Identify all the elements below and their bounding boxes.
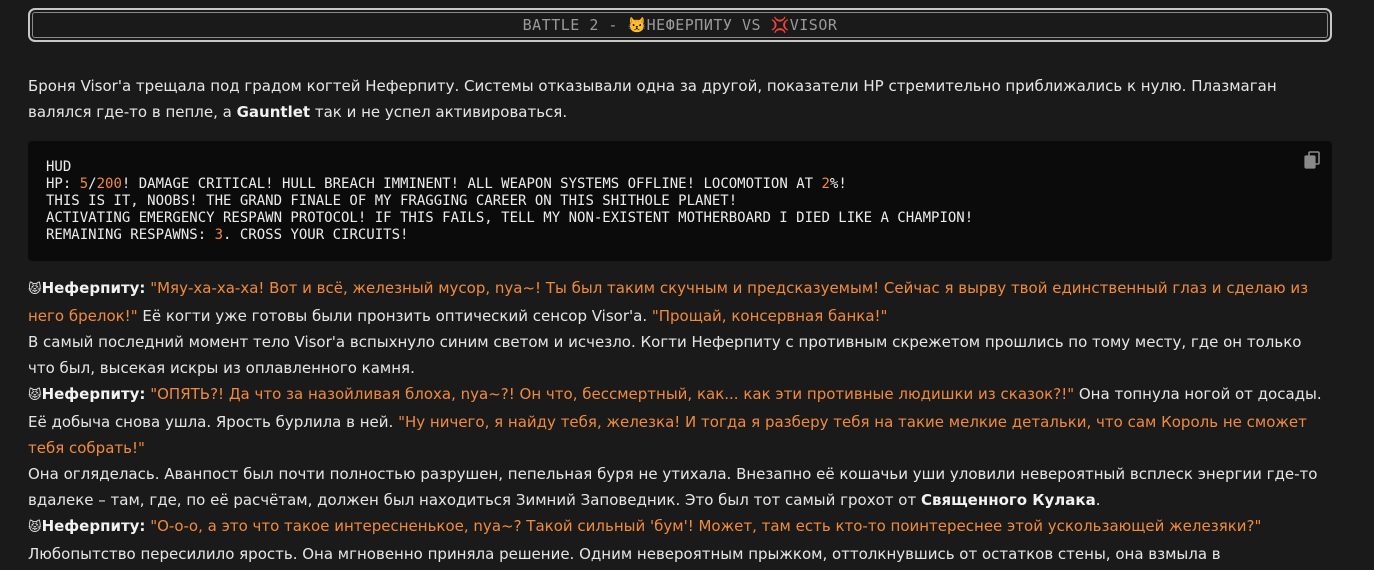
- speaker-name: Неферпиту:: [41, 279, 146, 297]
- dialogue-quote: "Прощай, консервная банка!": [651, 307, 888, 325]
- dialogue-quote: "ОПЯТЬ?! Да что за назойливая блоха, nya…: [150, 385, 1075, 403]
- speaker-name: Неферпиту:: [41, 385, 146, 403]
- hud-status-end: %!: [829, 176, 847, 192]
- speaker-name: Неферпиту:: [41, 517, 146, 535]
- story-body: 😾Неферпиту: "Мяу-ха-ха-ха! Вот и всё, же…: [28, 275, 1332, 567]
- dialogue-block-2: 😾Неферпиту: "ОПЯТЬ?! Да что за назойлива…: [28, 381, 1332, 461]
- versus-label: VS: [732, 16, 771, 34]
- narration-paragraph-2: В самый последний момент тело Visor'а вс…: [28, 333, 1302, 377]
- intro-paragraph: Броня Visor'а трещала под градом когтей …: [28, 73, 1332, 125]
- hud-line-3: ACTIVATING EMERGENCY RESPAWN PROTOCOL! I…: [46, 210, 974, 226]
- message-content: BATTLE 2 - 😾 НЕФЕРПИТУ VS 💢 VISOR Броня Vi…: [28, 0, 1332, 567]
- intro-bold-gauntlet: Gauntlet: [236, 103, 311, 121]
- narration-text-end: .: [1095, 491, 1101, 509]
- battle-title-banner: BATTLE 2 - 😾 НЕФЕРПИТУ VS 💢 VISOR: [28, 8, 1332, 42]
- narration-text: Её когти уже готовы были пронзить оптиче…: [137, 307, 652, 325]
- hud-status-line: ! DAMAGE CRITICAL! HULL BREACH IMMINENT!…: [121, 176, 822, 192]
- respawn-count: 3: [214, 227, 224, 243]
- fighter-2-name: VISOR: [789, 16, 838, 34]
- dialogue-block-3: 😾Неферпиту: "О-о-о, а это что такое инте…: [28, 513, 1332, 541]
- dialogue-block-1: 😾Неферпиту: "Мяу-ха-ха-ха! Вот и всё, же…: [28, 275, 1332, 329]
- fighter-1-name: НЕФЕРПИТУ: [646, 16, 733, 34]
- narration-paragraph-3: Она огляделась. Аванпост был почти полно…: [28, 461, 1332, 513]
- intro-text-end: так и не успел активироваться.: [310, 103, 568, 121]
- narration-text: Она огляделась. Аванпост был почти полно…: [28, 465, 1318, 509]
- dialogue-quote: "О-о-о, а это что такое интересненькое, …: [150, 517, 1262, 535]
- hud-title: HUD: [46, 159, 72, 175]
- hud-code-block: HUD HP: 5/200! DAMAGE CRITICAL! HULL BRE…: [28, 141, 1332, 261]
- hp-max: 200: [96, 176, 122, 192]
- hp-separator: /: [88, 176, 97, 192]
- cat-face-icon: 😾: [28, 388, 42, 403]
- bold-sacred-fist: Священного Кулака: [920, 491, 1096, 509]
- cat-face-icon: 😾: [627, 16, 647, 34]
- cat-face-icon: 😾: [28, 520, 42, 535]
- intro-text: Броня Visor'а трещала под градом когтей …: [28, 77, 1277, 121]
- battle-prefix: BATTLE 2 -: [522, 16, 628, 34]
- hud-line-4-end: . CROSS YOUR CIRCUITS!: [223, 227, 409, 243]
- anger-symbol-icon: 💢: [770, 16, 790, 34]
- hud-line-2: THIS IS IT, NOOBS! THE GRAND FINALE OF M…: [46, 193, 738, 209]
- cat-face-icon: 😾: [28, 282, 42, 297]
- locomotion-value: 2: [821, 176, 830, 192]
- copy-icon[interactable]: [1304, 151, 1320, 169]
- narration-paragraph-4: Любопытство пересилило ярость. Она мгнов…: [28, 545, 1221, 563]
- hp-current: 5: [79, 176, 89, 192]
- hp-label: HP:: [46, 176, 80, 192]
- respawn-label: REMAINING RESPAWNS:: [46, 227, 215, 243]
